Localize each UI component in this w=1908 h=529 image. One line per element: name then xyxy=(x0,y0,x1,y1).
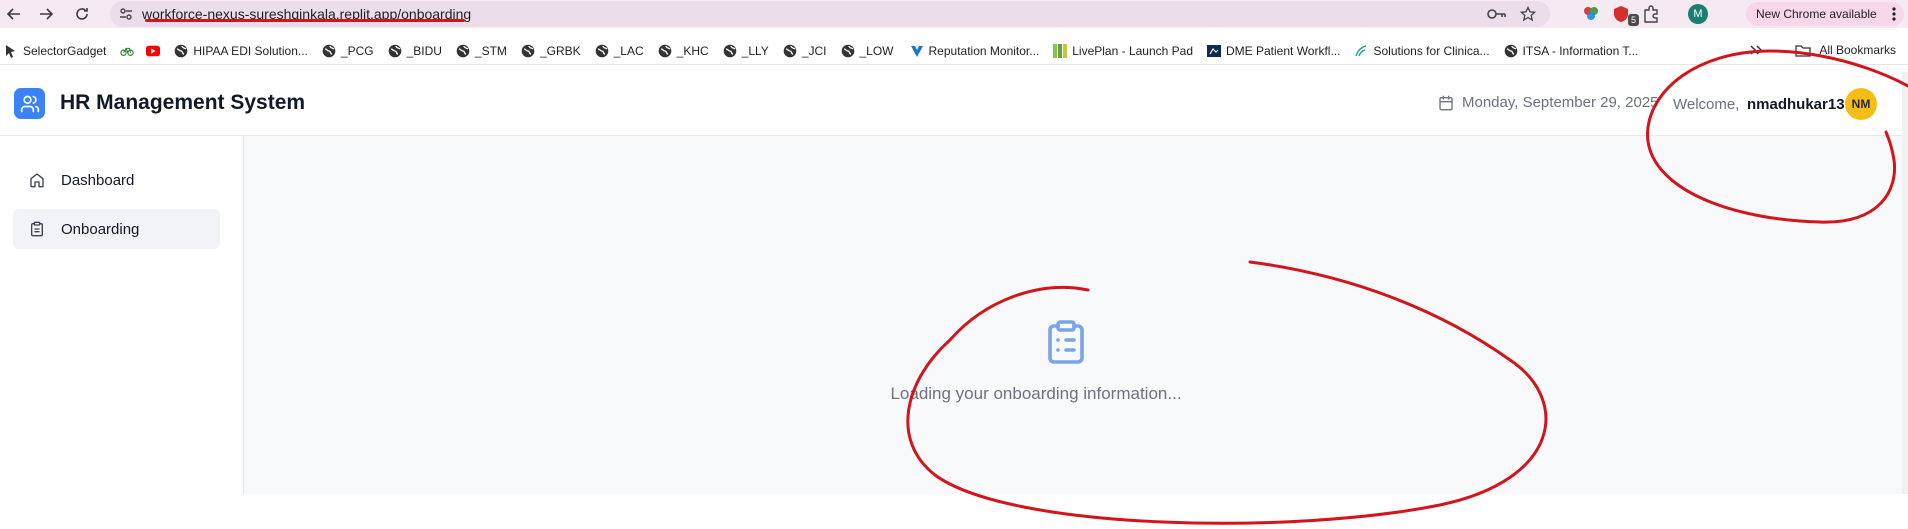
clipboard-icon xyxy=(13,221,61,237)
bookmark-item[interactable]: _KHC xyxy=(658,44,709,58)
bookmark-label: _GRBK xyxy=(539,43,581,58)
globe-icon xyxy=(783,44,797,58)
site-info-icon[interactable] xyxy=(110,6,142,22)
bookmark-label: Reputation Monitor... xyxy=(928,43,1040,58)
bookmark-item[interactable]: _LAC xyxy=(595,44,644,58)
more-menu-icon[interactable] xyxy=(1892,6,1896,22)
forward-button[interactable] xyxy=(32,0,60,28)
bookmark-item[interactable]: Reputation Monitor... xyxy=(910,43,1040,58)
bookmark-label: _LLY xyxy=(741,43,769,58)
users-icon xyxy=(20,95,39,112)
profile-avatar[interactable]: M xyxy=(1688,4,1708,24)
bookmark-item[interactable]: LivePlan - Launch Pad xyxy=(1053,43,1193,58)
bookmark-item[interactable]: HIPAA EDI Solution... xyxy=(174,44,308,58)
globe-icon xyxy=(841,44,855,58)
bookmark-label: _PCG xyxy=(340,43,374,58)
new-chrome-button[interactable]: New Chrome available xyxy=(1746,2,1904,26)
sidebar: Dashboard Onboarding xyxy=(0,136,244,494)
chevron-double-right-icon[interactable] xyxy=(1749,44,1763,56)
page-bottom xyxy=(0,494,1908,529)
bookmark-item[interactable]: _LOW xyxy=(841,44,894,58)
bookmark-item[interactable]: SelectorGadget xyxy=(4,44,106,58)
bookmark-star-icon[interactable] xyxy=(1520,6,1536,22)
bookmark-label: _BIDU xyxy=(406,43,442,58)
bookmark-label: ITSA - Information T... xyxy=(1522,43,1639,58)
url-annotation-underline xyxy=(145,19,465,22)
bookmark-item[interactable]: _BIDU xyxy=(388,44,442,58)
date-text: Monday, September 29, 2025 xyxy=(1462,94,1659,111)
bicycle-icon xyxy=(120,44,135,58)
globe-icon xyxy=(521,44,535,58)
globe-icon xyxy=(1504,44,1518,58)
liveplan-icon xyxy=(1053,43,1068,58)
bookmark-item[interactable]: _PCG xyxy=(322,44,374,58)
browser-toolbar: workforce-nexus-sureshqinkala.replit.app… xyxy=(0,0,1908,28)
globe-icon xyxy=(595,44,609,58)
bookmark-label: _LOW xyxy=(859,43,894,58)
sidebar-item-label: Dashboard xyxy=(61,171,135,189)
bookmark-label: _KHC xyxy=(676,43,709,58)
forward-arrow-icon xyxy=(40,8,54,20)
youtube-icon xyxy=(146,44,161,58)
bookmark-item[interactable]: Solutions for Clinica... xyxy=(1354,43,1490,58)
all-bookmarks-button[interactable]: All Bookmarks xyxy=(1819,43,1896,57)
globe-icon xyxy=(456,44,470,58)
new-chrome-label: New Chrome available xyxy=(1756,7,1877,21)
reputation-icon xyxy=(910,44,924,58)
sidebar-item-onboarding[interactable]: Onboarding xyxy=(13,209,220,249)
bookmark-label: _STM xyxy=(474,43,507,58)
extensions-puzzle-icon[interactable] xyxy=(1642,5,1660,23)
loading-message: Loading your onboarding information... xyxy=(890,384,1182,403)
reload-icon xyxy=(76,8,88,20)
globe-icon xyxy=(174,44,188,58)
extension-badge: 5 xyxy=(1628,14,1640,26)
bookmark-item[interactable] xyxy=(120,44,135,58)
clipboard-list-icon xyxy=(1048,320,1084,364)
extensions-area: M xyxy=(1582,2,1708,26)
bookmark-label: _JCI xyxy=(801,43,827,58)
sidebar-item-label: Onboarding xyxy=(61,220,140,238)
app-logo xyxy=(14,88,45,119)
calendar-icon xyxy=(1439,95,1453,110)
password-key-icon[interactable] xyxy=(1486,7,1506,21)
dme-icon xyxy=(1207,44,1221,58)
username: nmadhukar13 xyxy=(1747,96,1845,113)
page-scrollbar[interactable] xyxy=(1902,72,1908,494)
bookmark-item[interactable]: _STM xyxy=(456,44,507,58)
folder-icon xyxy=(1795,44,1811,57)
globe-icon xyxy=(658,44,672,58)
back-arrow-icon xyxy=(6,8,20,20)
bookmark-label: DME Patient Workfl... xyxy=(1226,43,1341,58)
current-date: Monday, September 29, 2025 xyxy=(1438,94,1659,111)
bookmark-label: _LAC xyxy=(613,43,644,58)
bookmark-label: Solutions for Clinica... xyxy=(1373,43,1490,58)
bookmarks-overflow: All Bookmarks xyxy=(1749,43,1896,57)
bookmark-item[interactable]: _GRBK xyxy=(521,44,581,58)
reload-button[interactable] xyxy=(68,0,96,28)
bookmark-item[interactable]: ITSA - Information T... xyxy=(1504,43,1639,58)
bookmark-item[interactable]: _LLY xyxy=(723,44,769,58)
bookmark-item[interactable]: _JCI xyxy=(783,44,827,58)
globe-icon xyxy=(322,44,336,58)
bookmark-item[interactable] xyxy=(146,44,161,58)
bookmark-label: SelectorGadget xyxy=(23,43,107,58)
home-icon xyxy=(13,172,61,188)
globe-icon xyxy=(723,44,737,58)
bookmark-label: HIPAA EDI Solution... xyxy=(193,43,308,58)
app-header: HR Management System Monday, September 2… xyxy=(0,72,1908,136)
solutions-icon xyxy=(1354,44,1368,58)
main-content: Loading your onboarding information... xyxy=(244,136,1908,494)
bookmark-item[interactable]: DME Patient Workfl... xyxy=(1207,44,1340,58)
welcome-label: Welcome, xyxy=(1673,96,1740,113)
app-title: HR Management System xyxy=(60,91,306,114)
selector-icon xyxy=(4,44,18,58)
user-avatar[interactable]: NM xyxy=(1845,88,1877,120)
color-extension-icon[interactable] xyxy=(1582,5,1600,23)
globe-icon xyxy=(388,44,402,58)
bookmark-label: LivePlan - Launch Pad xyxy=(1072,43,1193,58)
bookmarks-bar: SelectorGadget HIPAA EDI Solution... _PC… xyxy=(0,37,1908,65)
back-button[interactable] xyxy=(0,0,28,28)
sidebar-item-dashboard[interactable]: Dashboard xyxy=(13,160,220,200)
address-bar[interactable]: workforce-nexus-sureshqinkala.replit.app… xyxy=(110,1,1550,27)
